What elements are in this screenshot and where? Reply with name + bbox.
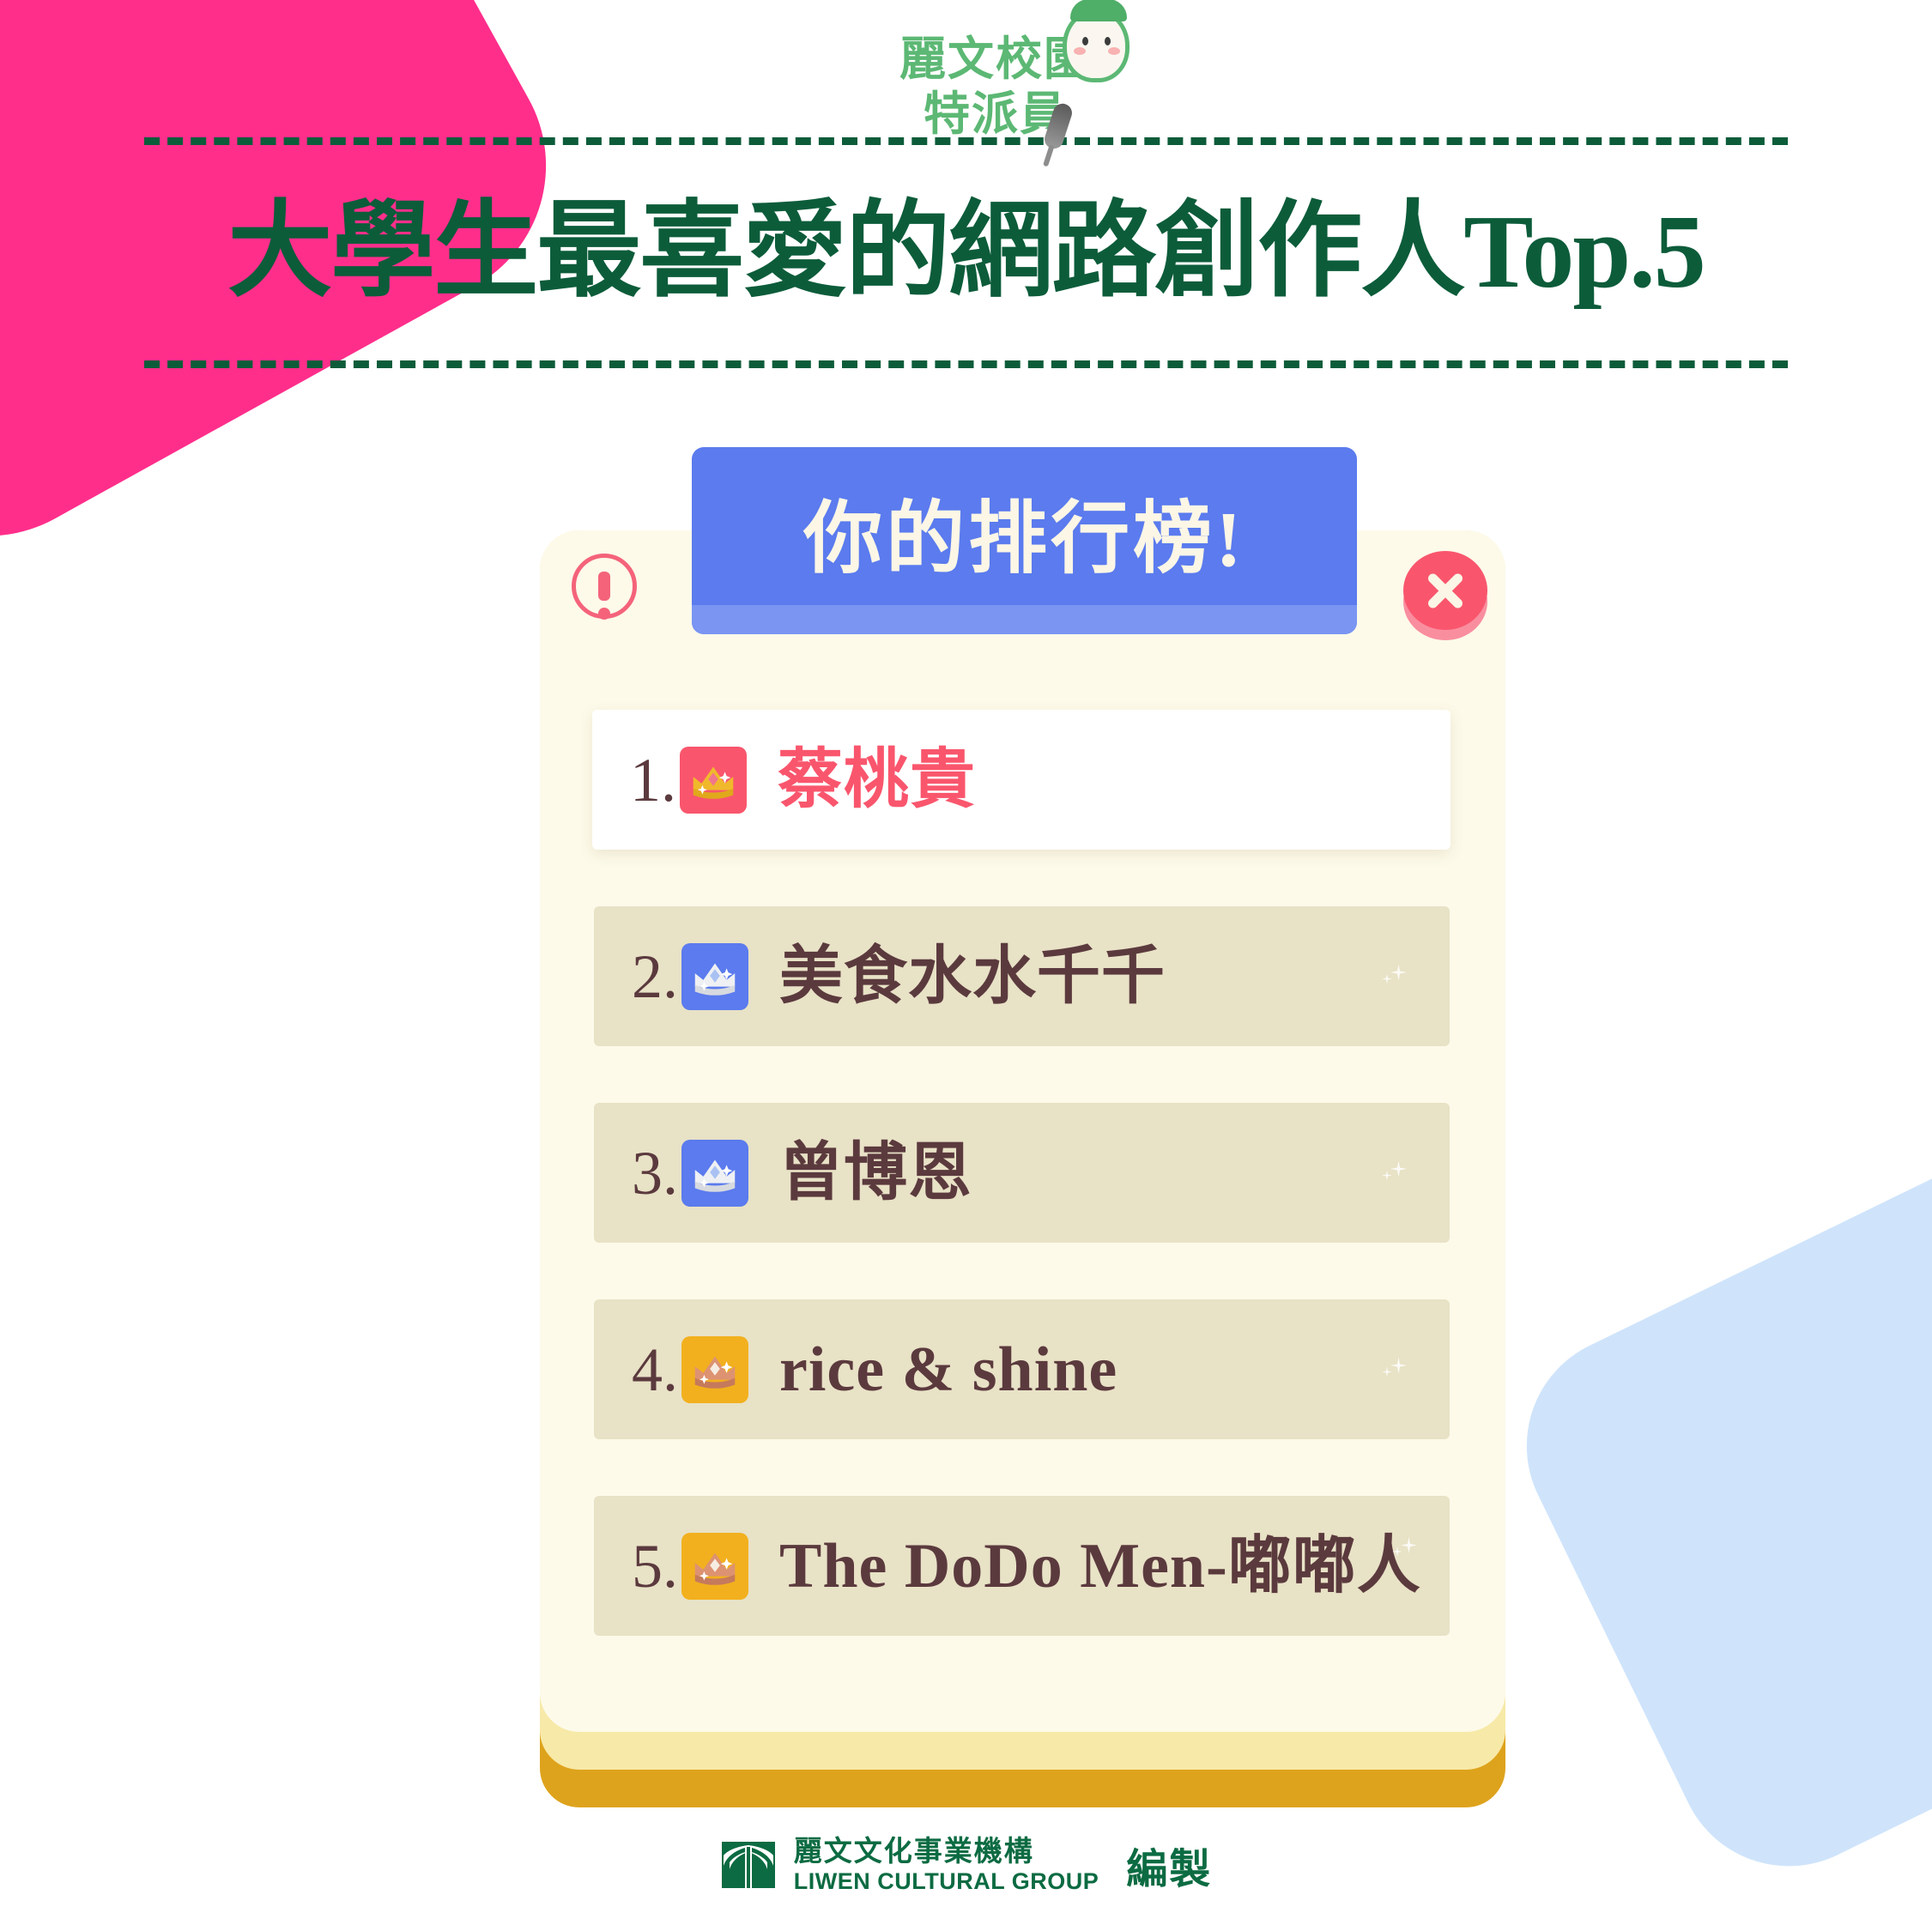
close-button[interactable] <box>1403 551 1487 640</box>
footer-org-en: LIWEN CULTURAL GROUP <box>793 1868 1099 1894</box>
mascot-hat <box>1070 0 1127 21</box>
footer-org-name: 麗文文化事業機構 LIWEN CULTURAL GROUP <box>794 1837 1099 1893</box>
rank-number: 1. <box>630 745 676 814</box>
mascot-eye-right <box>1105 37 1111 45</box>
list-item[interactable]: 4. rice & shine <box>594 1299 1450 1439</box>
liwen-tree-logo-icon <box>720 1837 777 1893</box>
creator-name: 美食水水千千 <box>779 941 1166 1012</box>
rank-number: 2. <box>632 941 678 1011</box>
bronze-crown-icon <box>681 1335 748 1403</box>
page-title: 大學生最喜愛的網路創作人Top.5 <box>227 194 1706 310</box>
creator-name: The DoDo Men-嘟嘟人 <box>779 1530 1421 1601</box>
silver-crown-icon <box>681 1139 748 1207</box>
mascot-eye-left <box>1082 37 1088 45</box>
modal-header-label: 你的排行榜! <box>803 494 1245 583</box>
egg-mascot-icon <box>1063 0 1130 82</box>
list-item[interactable]: 2. 美食水水千千 <box>594 906 1450 1046</box>
rank-number: 5. <box>632 1531 678 1601</box>
sparkle-icon <box>1379 1160 1408 1185</box>
list-item[interactable]: 5. The DoDo Men-嘟嘟人 <box>594 1496 1450 1636</box>
rank-number: 3. <box>632 1138 678 1208</box>
mascot-cheek-right <box>1108 47 1120 55</box>
blue-decorative-blob <box>1489 1056 1932 1904</box>
bronze-crown-icon <box>681 1532 748 1600</box>
list-item[interactable]: 1. 蔡桃貴 <box>592 710 1451 850</box>
poster-canvas: 麗文校園 特派員 大學生最喜愛的網路創作人Top.5 1. 蔡桃貴 2. 美食水… <box>0 0 1932 1931</box>
list-item[interactable]: 3. 曾博恩 <box>594 1103 1450 1243</box>
sparkle-icon <box>1379 1357 1408 1382</box>
rank-number: 4. <box>632 1335 678 1404</box>
sparkle-icon <box>1379 964 1408 989</box>
footer-suffix: 編製 <box>1126 1847 1213 1892</box>
brand-logo: 麗文校園 特派員 <box>867 0 1130 153</box>
close-x-icon <box>1403 551 1487 630</box>
modal-header-banner: 你的排行榜! <box>692 447 1357 634</box>
creator-name: rice & shine <box>779 1334 1118 1405</box>
silver-crown-icon <box>681 942 748 1010</box>
mascot-cheek-left <box>1074 47 1086 55</box>
gold-crown-icon <box>680 746 747 814</box>
creator-name: 曾博恩 <box>779 1137 972 1208</box>
ranking-list: 1. 蔡桃貴 2. 美食水水千千 3. 曾博恩 4. rice & shine … <box>540 530 1505 1732</box>
exclamation-mark <box>598 572 610 620</box>
dashed-divider-bottom <box>144 360 1788 368</box>
alert-exclamation-icon <box>572 554 637 620</box>
footer-org-cn: 麗文文化事業機構 <box>793 1835 1034 1867</box>
creator-name: 蔡桃貴 <box>778 743 976 816</box>
footer: 麗文文化事業機構 LIWEN CULTURAL GROUP 編製 <box>0 1835 1932 1895</box>
sparkle-icon <box>1390 1536 1419 1561</box>
